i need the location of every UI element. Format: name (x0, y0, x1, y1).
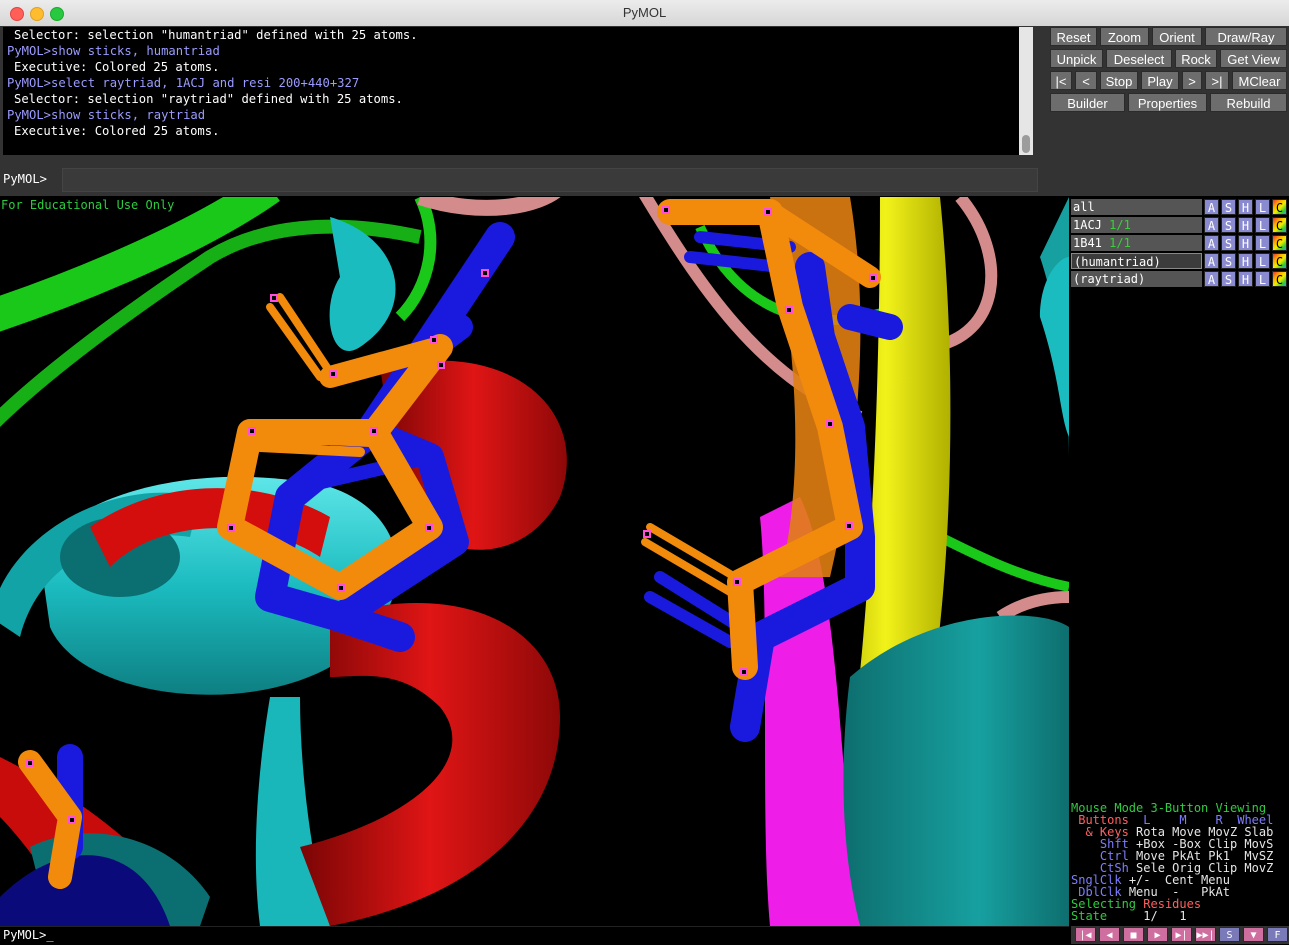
console-line: Selector: selection "humantriad" defined… (14, 28, 418, 42)
command-prompt-label: PyMOL> (3, 172, 48, 186)
action-button[interactable]: A (1204, 271, 1219, 287)
sequence-icon[interactable]: S (1219, 927, 1240, 942)
educational-use-label: For Educational Use Only (1, 198, 175, 212)
object-name[interactable]: all (1071, 199, 1202, 215)
hide-button[interactable]: H (1238, 199, 1253, 215)
show-button[interactable]: S (1221, 271, 1236, 287)
object-row-raytriad[interactable]: (raytriad) A S H L C (1071, 271, 1287, 287)
color-button[interactable]: C (1272, 199, 1287, 215)
object-name[interactable]: 1ACJ 1/1 (1071, 217, 1202, 233)
molecule-render (0, 197, 1069, 926)
movie-controls: |◀ ◀ ■ ▶ ▶| ▶▶| S ▼ F (1071, 926, 1289, 944)
window-title: PyMOL (622, 5, 667, 20)
reset-button[interactable]: Reset (1050, 27, 1097, 46)
object-row-1acj[interactable]: 1ACJ 1/1 A S H L C (1071, 217, 1287, 233)
builder-button[interactable]: Builder (1050, 93, 1125, 112)
action-button[interactable]: A (1204, 199, 1219, 215)
mouse-mode-panel[interactable]: Mouse Mode 3-Button Viewing Buttons L M … (1071, 802, 1289, 922)
fullscreen-icon[interactable]: F (1267, 927, 1288, 942)
label-button[interactable]: L (1255, 235, 1270, 251)
object-row-1b41[interactable]: 1B41 1/1 A S H L C (1071, 235, 1287, 251)
console-line: PyMOL>select raytriad, 1ACJ and resi 200… (7, 76, 360, 90)
console-line: PyMOL>show sticks, humantriad (7, 44, 220, 58)
color-button[interactable]: C (1272, 271, 1287, 287)
label-button[interactable]: L (1255, 217, 1270, 233)
bottom-prompt[interactable]: PyMOL>_ (3, 928, 54, 942)
command-input[interactable] (62, 168, 1038, 192)
show-button[interactable]: S (1221, 199, 1236, 215)
hide-button[interactable]: H (1238, 253, 1253, 269)
previous-frame-button[interactable]: < (1075, 71, 1097, 90)
action-button[interactable]: A (1204, 235, 1219, 251)
object-name[interactable]: (humantriad) (1071, 253, 1202, 269)
console-line: PyMOL>show sticks, raytriad (7, 108, 206, 122)
rewind-icon[interactable]: |◀ (1075, 927, 1096, 942)
console-output: Selector: selection "humantriad" defined… (3, 27, 1022, 155)
step-back-icon[interactable]: ◀ (1099, 927, 1120, 942)
rebuild-button[interactable]: Rebuild (1210, 93, 1287, 112)
dropdown-icon[interactable]: ▼ (1243, 927, 1264, 942)
console-line: Executive: Colored 25 atoms. (14, 124, 220, 138)
object-name[interactable]: 1B41 1/1 (1071, 235, 1202, 251)
stop-icon[interactable]: ■ (1123, 927, 1144, 942)
console-line: Executive: Colored 25 atoms. (14, 60, 220, 74)
fast-forward-icon[interactable]: ▶▶| (1195, 927, 1216, 942)
show-button[interactable]: S (1221, 217, 1236, 233)
color-button[interactable]: C (1272, 235, 1287, 251)
label-button[interactable]: L (1255, 253, 1270, 269)
next-frame-button[interactable]: > (1182, 71, 1202, 90)
scrollbar-thumb[interactable] (1022, 135, 1030, 153)
zoom-button[interactable]: Zoom (1100, 27, 1149, 46)
mclear-button[interactable]: MClear (1232, 71, 1287, 90)
hide-button[interactable]: H (1238, 235, 1253, 251)
play-button[interactable]: Play (1141, 71, 1179, 90)
color-button[interactable]: C (1272, 253, 1287, 269)
action-button[interactable]: A (1204, 253, 1219, 269)
object-name[interactable]: (raytriad) (1071, 271, 1202, 287)
object-row-all[interactable]: all A S H L C (1071, 199, 1287, 215)
orient-button[interactable]: Orient (1152, 27, 1202, 46)
stop-button[interactable]: Stop (1100, 71, 1138, 90)
object-row-humantriad[interactable]: (humantriad) A S H L C (1071, 253, 1287, 269)
molecular-viewport[interactable] (0, 197, 1069, 926)
color-button[interactable]: C (1272, 217, 1287, 233)
show-button[interactable]: S (1221, 235, 1236, 251)
last-frame-button[interactable]: >| (1205, 71, 1229, 90)
get-view-button[interactable]: Get View (1220, 49, 1287, 68)
step-forward-icon[interactable]: ▶| (1171, 927, 1192, 942)
console-scrollbar[interactable] (1019, 27, 1033, 155)
show-button[interactable]: S (1221, 253, 1236, 269)
first-frame-button[interactable]: |< (1050, 71, 1072, 90)
unpick-button[interactable]: Unpick (1050, 49, 1103, 68)
rock-button[interactable]: Rock (1175, 49, 1217, 68)
draw-ray-button[interactable]: Draw/Ray (1205, 27, 1287, 46)
label-button[interactable]: L (1255, 271, 1270, 287)
bottom-command-bar[interactable] (0, 926, 1069, 945)
hide-button[interactable]: H (1238, 271, 1253, 287)
console-line: Selector: selection "raytriad" defined w… (14, 92, 403, 106)
label-button[interactable]: L (1255, 199, 1270, 215)
properties-button[interactable]: Properties (1128, 93, 1207, 112)
action-button[interactable]: A (1204, 217, 1219, 233)
title-bar: PyMOL (0, 0, 1289, 27)
hide-button[interactable]: H (1238, 217, 1253, 233)
play-icon[interactable]: ▶ (1147, 927, 1168, 942)
deselect-button[interactable]: Deselect (1106, 49, 1172, 68)
